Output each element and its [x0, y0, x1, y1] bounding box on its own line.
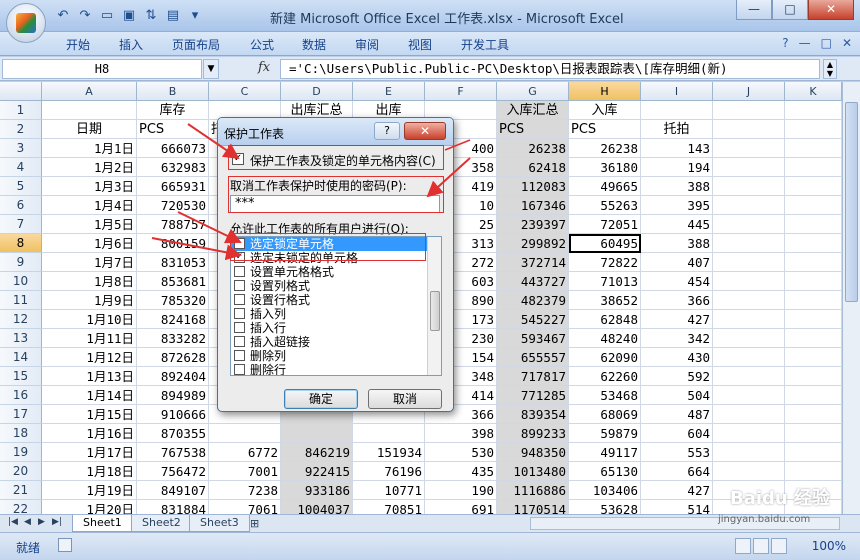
- arrow-to-select-unlocked: [151, 237, 242, 261]
- arrow-to-password: [426, 157, 471, 198]
- arrow-to-protect-checkbox: [187, 123, 240, 160]
- watermark-logo-text: Baidu 经验: [730, 488, 831, 509]
- arrow-to-select-locked: [177, 211, 242, 244]
- excel-window: ↶ ↷ ▭ ▣ ⇅ ▤ ▾ 新建 Microsoft Office Excel …: [0, 0, 860, 560]
- arrow-short-right: [444, 139, 471, 151]
- annotation-arrows: [151, 123, 471, 261]
- watermark-url: jingyan.baidu.com: [718, 514, 811, 525]
- watermark: Baidu 经验 jingyan.baidu.com: [718, 484, 831, 525]
